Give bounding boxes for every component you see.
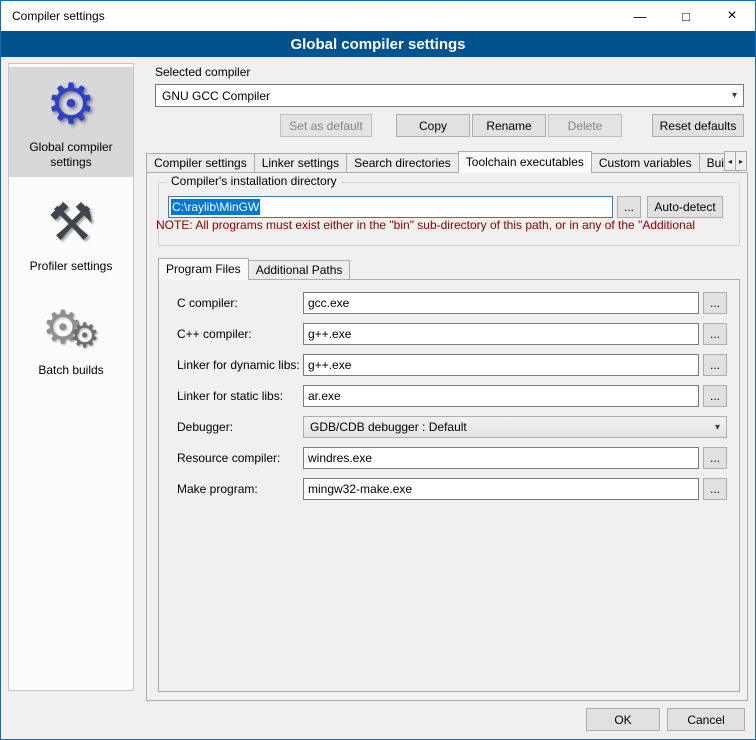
cpp-compiler-row: C++ compiler: ... [177, 323, 727, 345]
tab-scroll-right-button[interactable]: ▸ [735, 151, 747, 171]
sidebar-item-label: Profiler settings [11, 259, 131, 274]
make-program-label: Make program: [177, 482, 303, 496]
gear-icon: ⚙ [11, 72, 131, 136]
toolchain-executables-panel: Compiler's installation directory C:\ray… [146, 172, 748, 701]
titlebar[interactable]: Compiler settings — □ × [1, 1, 755, 31]
hammer-icon: ⚒ [48, 191, 95, 255]
maximize-button[interactable]: □ [663, 1, 709, 31]
selected-compiler-label: Selected compiler [155, 65, 250, 79]
linker-static-label: Linker for static libs: [177, 389, 303, 403]
cancel-button[interactable]: Cancel [667, 708, 745, 731]
resource-compiler-browse-button[interactable]: ... [703, 447, 727, 469]
close-button[interactable]: × [709, 1, 755, 31]
resource-compiler-row: Resource compiler: ... [177, 447, 727, 469]
tab-linker-settings[interactable]: Linker settings [254, 153, 347, 172]
make-program-row: Make program: ... [177, 478, 727, 500]
bin-subdirectory-note: NOTE: All programs must exist either in … [156, 218, 746, 232]
tab-additional-paths[interactable]: Additional Paths [248, 260, 351, 279]
linker-static-row: Linker for static libs: ... [177, 385, 727, 407]
make-program-browse-button[interactable]: ... [703, 478, 727, 500]
debugger-value: GDB/CDB debugger : Default [310, 420, 467, 434]
window-title: Compiler settings [1, 9, 105, 23]
compiler-actions: Set as default Copy Rename Delete Reset … [155, 114, 744, 137]
tab-program-files[interactable]: Program Files [158, 258, 249, 280]
chevron-down-icon: ▾ [709, 422, 720, 433]
linker-static-input[interactable] [303, 385, 699, 407]
reset-defaults-button[interactable]: Reset defaults [652, 114, 744, 137]
tab-custom-variables[interactable]: Custom variables [591, 153, 700, 172]
selected-compiler-select[interactable]: GNU GCC Compiler ▾ [155, 84, 744, 107]
linker-static-browse-button[interactable]: ... [703, 385, 727, 407]
set-as-default-button[interactable]: Set as default [280, 114, 372, 137]
window-controls: — □ × [617, 1, 755, 31]
installation-directory-row: C:\raylib\MinGW ... Auto-detect [168, 196, 723, 218]
debugger-row: Debugger: GDB/CDB debugger : Default ▾ [177, 416, 727, 438]
linker-dynamic-input[interactable] [303, 354, 699, 376]
c-compiler-label: C compiler: [177, 296, 303, 310]
sidebar-item-label: Global compiler settings [11, 140, 131, 170]
delete-button[interactable]: Delete [548, 114, 622, 137]
compiler-settings-window: Compiler settings — □ × Global compiler … [0, 0, 756, 740]
close-icon: × [727, 7, 736, 25]
program-files-tabstrip: Program Files Additional Paths [158, 257, 740, 279]
c-compiler-input[interactable] [303, 292, 699, 314]
installation-directory-title: Compiler's installation directory [167, 174, 341, 188]
tab-scroll-buttons: ◂ ▸ [725, 151, 747, 171]
cpp-compiler-label: C++ compiler: [177, 327, 303, 341]
minimize-icon: — [634, 9, 647, 24]
tab-compiler-settings[interactable]: Compiler settings [146, 153, 255, 172]
tab-search-directories[interactable]: Search directories [346, 153, 459, 172]
program-files-form: C compiler: ... C++ compiler: ... Linker… [159, 280, 739, 500]
linker-dynamic-row: Linker for dynamic libs: ... [177, 354, 727, 376]
installation-directory-input[interactable]: C:\raylib\MinGW [168, 196, 613, 218]
dialog-header-title: Global compiler settings [290, 36, 465, 53]
program-files-panel: C compiler: ... C++ compiler: ... Linker… [158, 279, 740, 692]
sidebar-item-label: Batch builds [11, 363, 131, 378]
installation-directory-value: C:\raylib\MinGW [171, 199, 260, 215]
cpp-compiler-input[interactable] [303, 323, 699, 345]
hammer-icon: ⚒ [11, 191, 131, 255]
make-program-input[interactable] [303, 478, 699, 500]
resource-compiler-label: Resource compiler: [177, 451, 303, 465]
c-compiler-browse-button[interactable]: ... [703, 292, 727, 314]
tab-toolchain-executables[interactable]: Toolchain executables [458, 151, 592, 173]
c-compiler-row: C compiler: ... [177, 292, 727, 314]
ok-button[interactable]: OK [586, 708, 660, 731]
cpp-compiler-browse-button[interactable]: ... [703, 323, 727, 345]
dialog-header: Global compiler settings [1, 31, 755, 57]
installation-directory-groupbox: Compiler's installation directory C:\ray… [158, 182, 740, 246]
sidebar-item-batch-builds[interactable]: ⚙ ⚙ Batch builds [9, 290, 133, 385]
copy-button[interactable]: Copy [396, 114, 470, 137]
sidebar-item-global-compiler-settings[interactable]: ⚙ Global compiler settings [9, 67, 133, 177]
chevron-down-icon: ▾ [726, 90, 737, 101]
gears-icon: ⚙ ⚙ [11, 295, 131, 359]
linker-dynamic-label: Linker for dynamic libs: [177, 358, 303, 372]
minimize-button[interactable]: — [617, 1, 663, 31]
auto-detect-button[interactable]: Auto-detect [647, 196, 723, 218]
sidebar-item-profiler-settings[interactable]: ⚒ Profiler settings [9, 186, 133, 281]
settings-category-list: ⚙ Global compiler settings ⚒ Profiler se… [8, 63, 134, 691]
selected-compiler-value: GNU GCC Compiler [162, 89, 270, 103]
debugger-label: Debugger: [177, 420, 303, 434]
installation-directory-browse-button[interactable]: ... [617, 196, 641, 218]
gear-icon: ⚙ [69, 316, 99, 356]
debugger-select[interactable]: GDB/CDB debugger : Default ▾ [303, 416, 727, 438]
settings-tabstrip: Compiler settings Linker settings Search… [146, 150, 748, 172]
resource-compiler-input[interactable] [303, 447, 699, 469]
linker-dynamic-browse-button[interactable]: ... [703, 354, 727, 376]
rename-button[interactable]: Rename [472, 114, 546, 137]
maximize-icon: □ [682, 9, 690, 24]
gear-icon: ⚙ [46, 72, 96, 136]
